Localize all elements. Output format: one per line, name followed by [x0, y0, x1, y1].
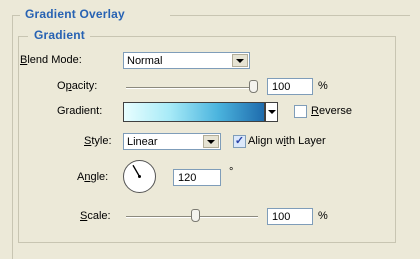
group-border: [18, 36, 19, 242]
angle-dial-icon: [132, 164, 141, 178]
group-border: [395, 36, 396, 242]
gradient-picker-arrow[interactable]: [265, 102, 278, 122]
group-border: [12, 15, 13, 259]
reverse-label[interactable]: Reverse: [311, 105, 352, 117]
chevron-down-icon: [267, 110, 276, 114]
angle-label: Angle:: [77, 171, 109, 183]
scale-slider-thumb[interactable]: [191, 209, 201, 222]
group-border: [90, 36, 395, 37]
opacity-label: Opacity:: [57, 80, 98, 92]
angle-dial[interactable]: [123, 160, 156, 193]
blend-mode-select[interactable]: Normal: [123, 52, 250, 69]
group-border: [12, 15, 20, 16]
style-value: Linear: [127, 135, 158, 148]
group-title-gradient: Gradient: [31, 28, 88, 42]
gradient-preview[interactable]: [123, 102, 265, 122]
group-border: [18, 36, 28, 37]
align-with-layer-label[interactable]: Align with Layer: [248, 135, 326, 147]
angle-unit: °: [229, 166, 234, 178]
checkmark-icon: ✓: [234, 135, 245, 147]
opacity-slider-thumb[interactable]: [249, 80, 258, 93]
blend-mode-value: Normal: [127, 54, 163, 67]
group-border: [170, 15, 410, 16]
blend-mode-label: Blend Mode:: [20, 54, 82, 66]
scale-label: Scale:: [80, 210, 111, 222]
group-border: [18, 242, 396, 243]
opacity-slider-track[interactable]: [126, 87, 258, 89]
angle-input[interactable]: 120: [173, 169, 221, 186]
style-label: Style:: [84, 135, 112, 147]
reverse-checkbox[interactable]: [294, 105, 307, 118]
gradient-label: Gradient:: [57, 105, 103, 117]
scale-unit: %: [318, 210, 328, 222]
opacity-unit: %: [318, 80, 328, 92]
opacity-input[interactable]: 100: [267, 78, 313, 95]
group-title-gradient-overlay: Gradient Overlay: [22, 7, 128, 21]
chevron-down-icon[interactable]: [203, 135, 219, 148]
chevron-down-icon[interactable]: [232, 54, 248, 67]
scale-input[interactable]: 100: [267, 208, 313, 225]
align-with-layer-checkbox[interactable]: ✓: [233, 135, 246, 148]
style-select[interactable]: Linear: [123, 133, 221, 150]
